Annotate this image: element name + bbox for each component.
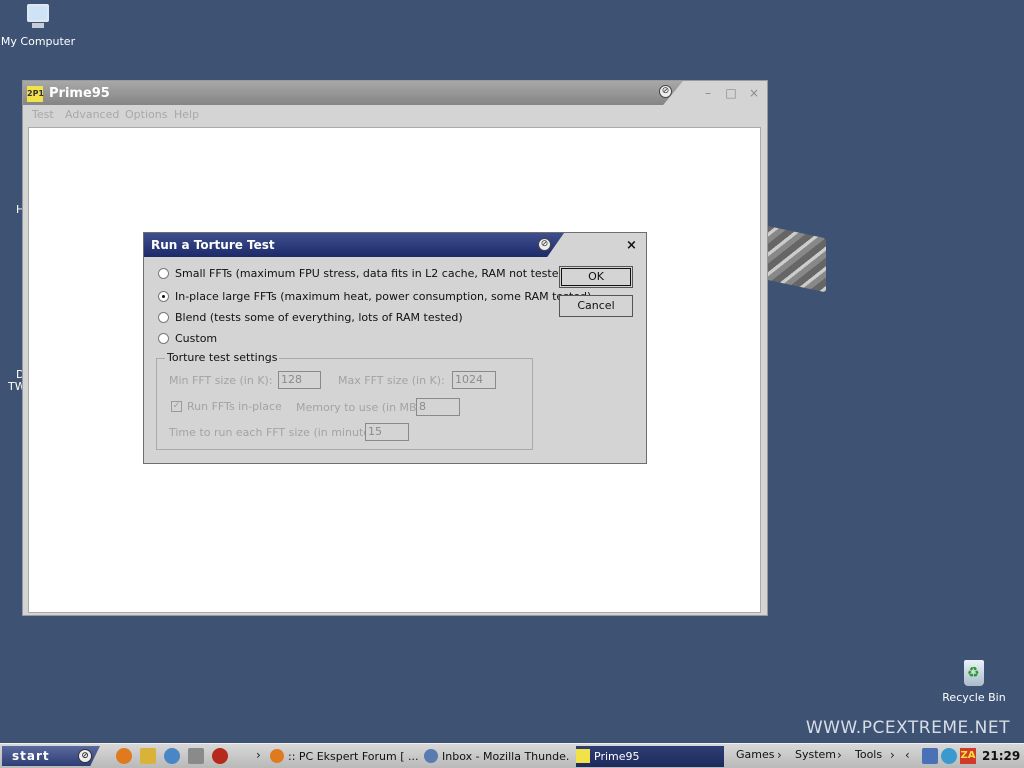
dialog-close-button[interactable]: × <box>626 238 637 253</box>
dialog-title: Run a Torture Test <box>151 238 275 252</box>
menu-advanced[interactable]: Advanced <box>65 108 119 121</box>
calculator-icon[interactable] <box>188 748 204 764</box>
system-menu[interactable]: System <box>795 748 836 761</box>
tools-menu[interactable]: Tools <box>855 748 882 761</box>
recycle-bin-image-icon: ♻ <box>961 656 987 688</box>
taskbar-button-pc-ekspert[interactable]: :: PC Ekspert Forum [ ... <box>270 746 418 767</box>
radio-blend[interactable] <box>158 312 169 323</box>
run-inplace-label: Run FFTs in-place <box>187 400 282 413</box>
menu-test[interactable]: Test <box>32 108 54 121</box>
radio-inplace-large-ffts[interactable] <box>158 291 169 302</box>
min-fft-label: Min FFT size (in K): <box>169 374 273 387</box>
prime95-app-icon: 2P1 <box>27 86 44 102</box>
rollup-icon[interactable]: ⊘ <box>659 85 672 98</box>
edit-icon[interactable] <box>140 748 156 764</box>
main-window-title: Prime95 <box>49 86 110 101</box>
option-label: Small FFTs (maximum FPU stress, data fit… <box>175 267 604 280</box>
max-fft-input[interactable]: 1024 <box>452 371 496 389</box>
task-label: :: PC Ekspert Forum [ ... <box>288 750 418 763</box>
torture-settings-group: Torture test settings Min FFT size (in K… <box>156 351 533 450</box>
torture-test-dialog: Run a Torture Test ⊘ × Small FFTs (maxim… <box>143 232 647 464</box>
network-icon[interactable] <box>922 748 938 764</box>
option-label: Blend (tests some of everything, lots of… <box>175 311 463 324</box>
radio-custom[interactable] <box>158 333 169 344</box>
clock: 21:29 <box>982 749 1021 763</box>
menu-help[interactable]: Help <box>174 108 199 121</box>
task-label: Inbox - Mozilla Thunde... <box>442 750 570 763</box>
time-label: Time to run each FFT size (in minutes): <box>169 426 384 439</box>
computer-icon <box>23 4 53 32</box>
zonealarm-icon[interactable]: ZA <box>960 748 976 764</box>
task-label: Prime95 <box>594 750 640 763</box>
memory-input[interactable]: 8 <box>416 398 460 416</box>
run-inplace-checkbox[interactable]: ✓ <box>171 401 182 412</box>
cancel-button[interactable]: Cancel <box>559 295 633 317</box>
taskbar-button-thunderbird[interactable]: Inbox - Mozilla Thunde... <box>424 746 570 767</box>
menu-bar: Test Advanced Options Help <box>23 105 767 125</box>
start-button[interactable]: start ⊘ <box>2 746 100 766</box>
dialog-rollup-icon[interactable]: ⊘ <box>538 238 551 251</box>
option-label: In-place large FFTs (maximum heat, power… <box>175 290 592 303</box>
close-button[interactable]: × <box>747 87 761 99</box>
chevron-right-icon: › <box>777 748 782 762</box>
chevron-right-icon: › <box>837 748 842 762</box>
watermark: WWW.PCEXTREME.NET <box>805 718 1010 738</box>
bs-icon[interactable] <box>164 748 180 764</box>
option-label: Custom <box>175 332 218 345</box>
recycle-bin-label: Recycle Bin <box>942 691 1006 704</box>
taskbar: start ⊘ › :: PC Ekspert Forum [ ... Inbo… <box>0 743 1024 768</box>
min-fft-input[interactable]: 128 <box>278 371 321 389</box>
my-computer-icon[interactable]: My Computer <box>0 4 78 48</box>
ok-button[interactable]: OK <box>559 266 633 288</box>
menu-options[interactable]: Options <box>125 108 167 121</box>
settings-legend: Torture test settings <box>165 351 280 364</box>
games-menu[interactable]: Games <box>736 748 774 761</box>
start-rollup-icon: ⊘ <box>78 749 92 763</box>
tray-expand-icon[interactable]: ‹ <box>905 748 910 762</box>
firefox-icon[interactable] <box>116 748 132 764</box>
media-icon[interactable] <box>212 748 228 764</box>
update-icon[interactable] <box>941 748 957 764</box>
desktop-wallpaper-graphic <box>766 225 826 293</box>
chevron-right-icon: › <box>890 748 895 762</box>
firefox-icon <box>270 749 284 763</box>
maximize-button[interactable]: □ <box>724 87 738 99</box>
memory-label: Memory to use (in MB): <box>296 401 425 414</box>
main-title-bar[interactable]: 2P1 Prime95 <box>23 81 683 105</box>
time-input[interactable]: 15 <box>365 423 409 441</box>
thunderbird-icon <box>424 749 438 763</box>
my-computer-label: My Computer <box>0 35 76 48</box>
start-label: start <box>12 749 50 763</box>
minimize-button[interactable]: – <box>701 87 715 99</box>
taskbar-button-prime95[interactable]: Prime95 <box>576 746 724 767</box>
dialog-title-bar[interactable]: Run a Torture Test <box>144 233 564 257</box>
prime95-icon <box>576 749 590 763</box>
recycle-bin-icon[interactable]: ♻ Recycle Bin <box>934 656 1014 704</box>
max-fft-label: Max FFT size (in K): <box>338 374 445 387</box>
radio-small-ffts[interactable] <box>158 268 169 279</box>
chevron-right-icon[interactable]: › <box>256 748 261 762</box>
